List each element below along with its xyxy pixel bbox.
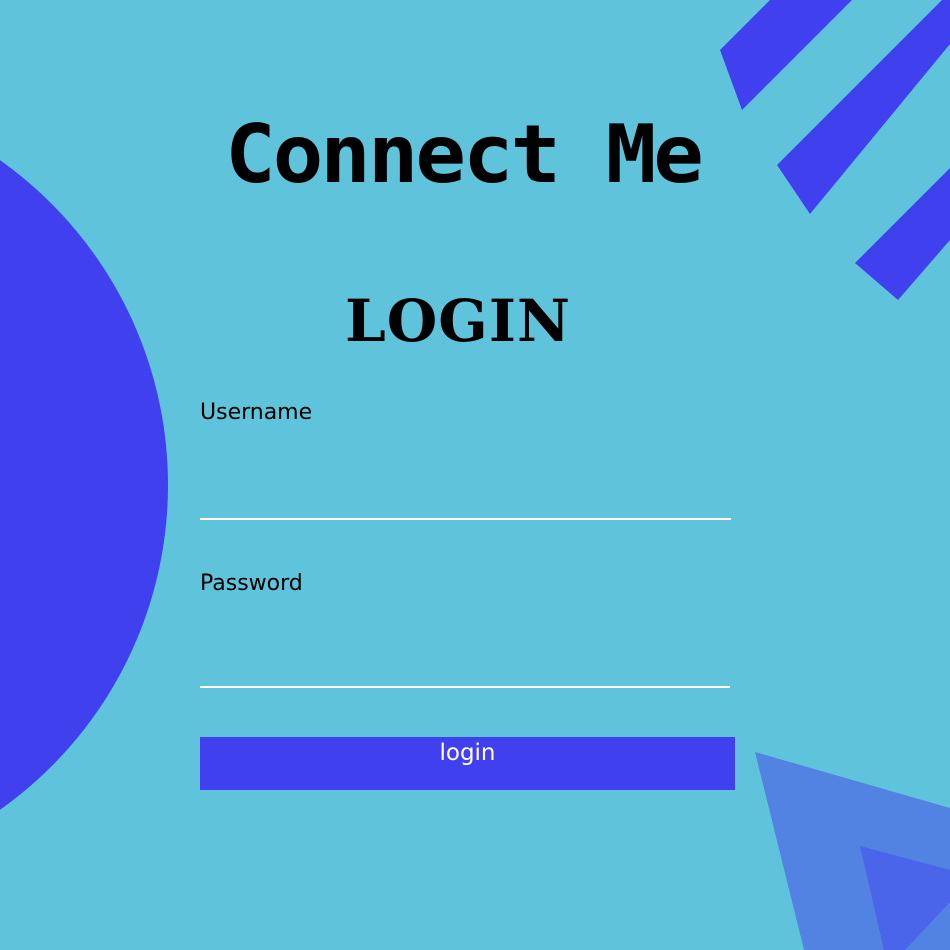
left-circle-shape [0,160,168,810]
top-right-stripe-3 [855,168,950,300]
top-right-stripe-2 [777,0,950,214]
username-input[interactable] [200,466,731,520]
login-heading: LOGIN [345,287,571,355]
bottom-right-triangle-inner [860,846,950,950]
password-input[interactable] [200,634,730,688]
app-title: Connect Me [225,106,704,202]
password-label: Password [200,571,303,596]
login-button[interactable]: login [200,737,735,790]
username-label: Username [200,400,313,425]
top-right-stripe-1 [720,0,852,110]
bottom-right-triangle-outer [755,752,950,950]
